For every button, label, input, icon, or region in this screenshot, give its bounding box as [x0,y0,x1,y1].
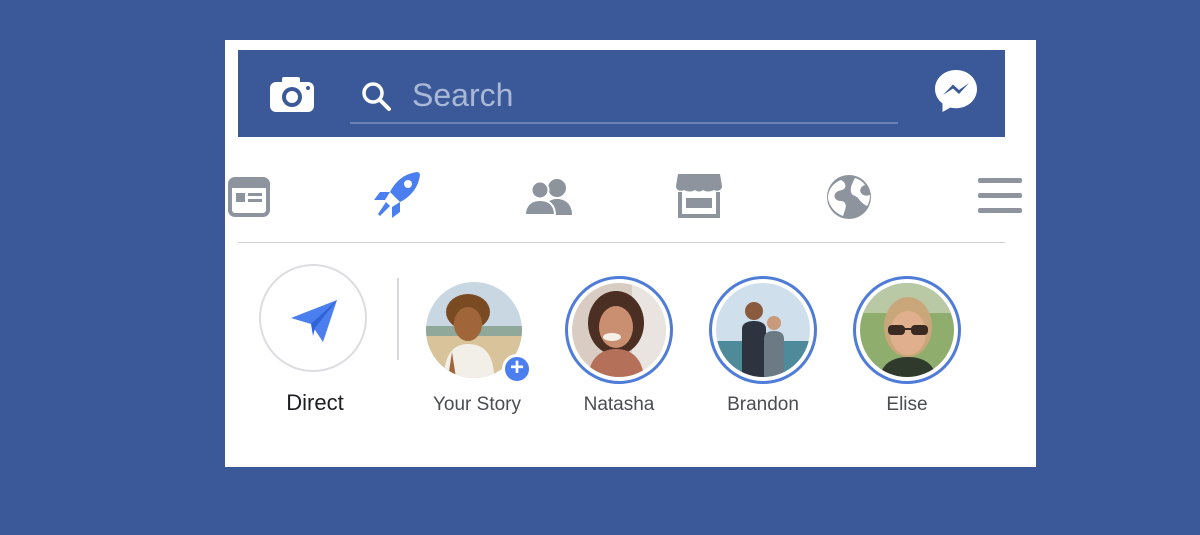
search-bar [350,66,898,124]
nav-divider [238,242,1005,243]
story-your-story[interactable]: + Your Story [412,262,542,422]
news-feed-icon [228,177,270,217]
friends-icon [523,179,572,216]
story-ring [709,276,817,384]
tab-explore[interactable] [372,168,424,228]
stories-separator [397,278,399,360]
globe-icon [827,175,871,219]
add-story-badge[interactable]: + [502,354,532,384]
story-label: Elise [886,394,928,415]
menu-icon [978,178,1022,213]
natasha-photo [572,283,666,377]
story-label: Natasha [583,394,655,415]
story-label: Your Story [432,394,521,415]
messenger-button[interactable] [932,67,980,115]
direct-button[interactable] [259,264,367,372]
brandon-photo [716,283,810,377]
app-card: Direct + Your Story [225,40,1036,467]
tab-marketplace[interactable] [674,168,724,228]
nav-bar [225,168,1036,228]
brandon-avatar [716,283,810,377]
rocket-icon [374,172,420,218]
elise-photo [860,283,954,377]
search-input[interactable] [410,74,884,116]
tab-menu[interactable] [977,168,1023,228]
tab-notifications[interactable] [825,168,873,228]
stories-row: Direct + Your Story Natasha Brandon Elis… [225,262,1036,422]
story-brandon[interactable]: Brandon [698,262,828,422]
top-bar [238,50,1005,137]
story-elise[interactable]: Elise [842,262,972,422]
story-ring [565,276,673,384]
camera-icon [270,77,314,112]
camera-button[interactable] [268,75,318,115]
story-label: Brandon [727,394,799,415]
paper-plane-icon [291,300,337,342]
direct-label: Direct [286,390,344,415]
messenger-icon [935,70,977,112]
marketplace-icon [676,174,722,218]
search-icon [362,82,391,111]
tab-news-feed[interactable] [228,168,272,228]
tab-friends[interactable] [523,168,574,228]
story-natasha[interactable]: Natasha [554,262,684,422]
story-ring [853,276,961,384]
elise-avatar [860,283,954,377]
natasha-avatar [572,283,666,377]
